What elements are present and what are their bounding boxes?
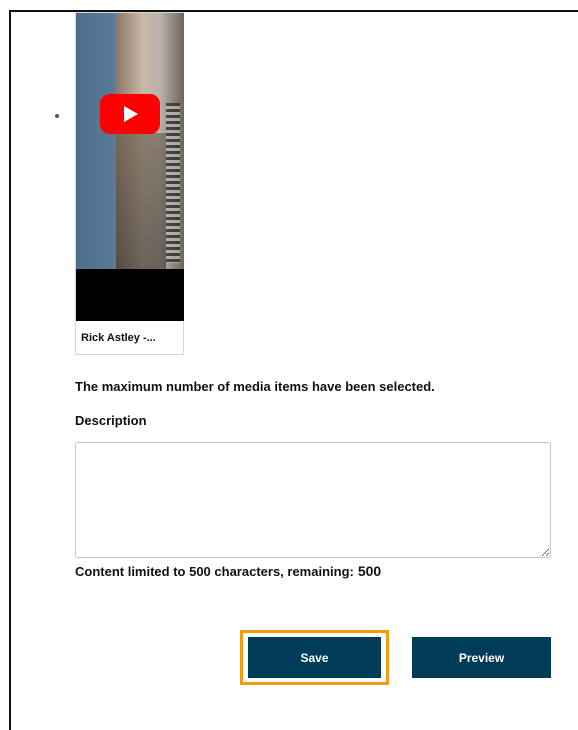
max-media-notice: The maximum number of media items have b… xyxy=(75,379,435,394)
save-button[interactable]: Save xyxy=(248,637,381,678)
character-limit-label: Content limited to 500 characters, remai… xyxy=(75,564,354,579)
remaining-count: 500 xyxy=(357,563,382,579)
video-thumbnail[interactable] xyxy=(76,13,184,321)
list-bullet xyxy=(55,114,59,118)
youtube-play-icon[interactable] xyxy=(100,94,160,134)
video-still-image xyxy=(76,13,184,269)
media-item-card[interactable]: Rick Astley -... xyxy=(75,12,184,355)
description-textarea[interactable] xyxy=(75,442,551,558)
description-label: Description xyxy=(75,413,147,428)
preview-button[interactable]: Preview xyxy=(412,637,551,678)
character-limit-text: Content limited to 500 characters, remai… xyxy=(75,563,381,579)
save-button-focus-ring: Save xyxy=(240,630,389,685)
media-item-title: Rick Astley -... xyxy=(81,332,156,344)
